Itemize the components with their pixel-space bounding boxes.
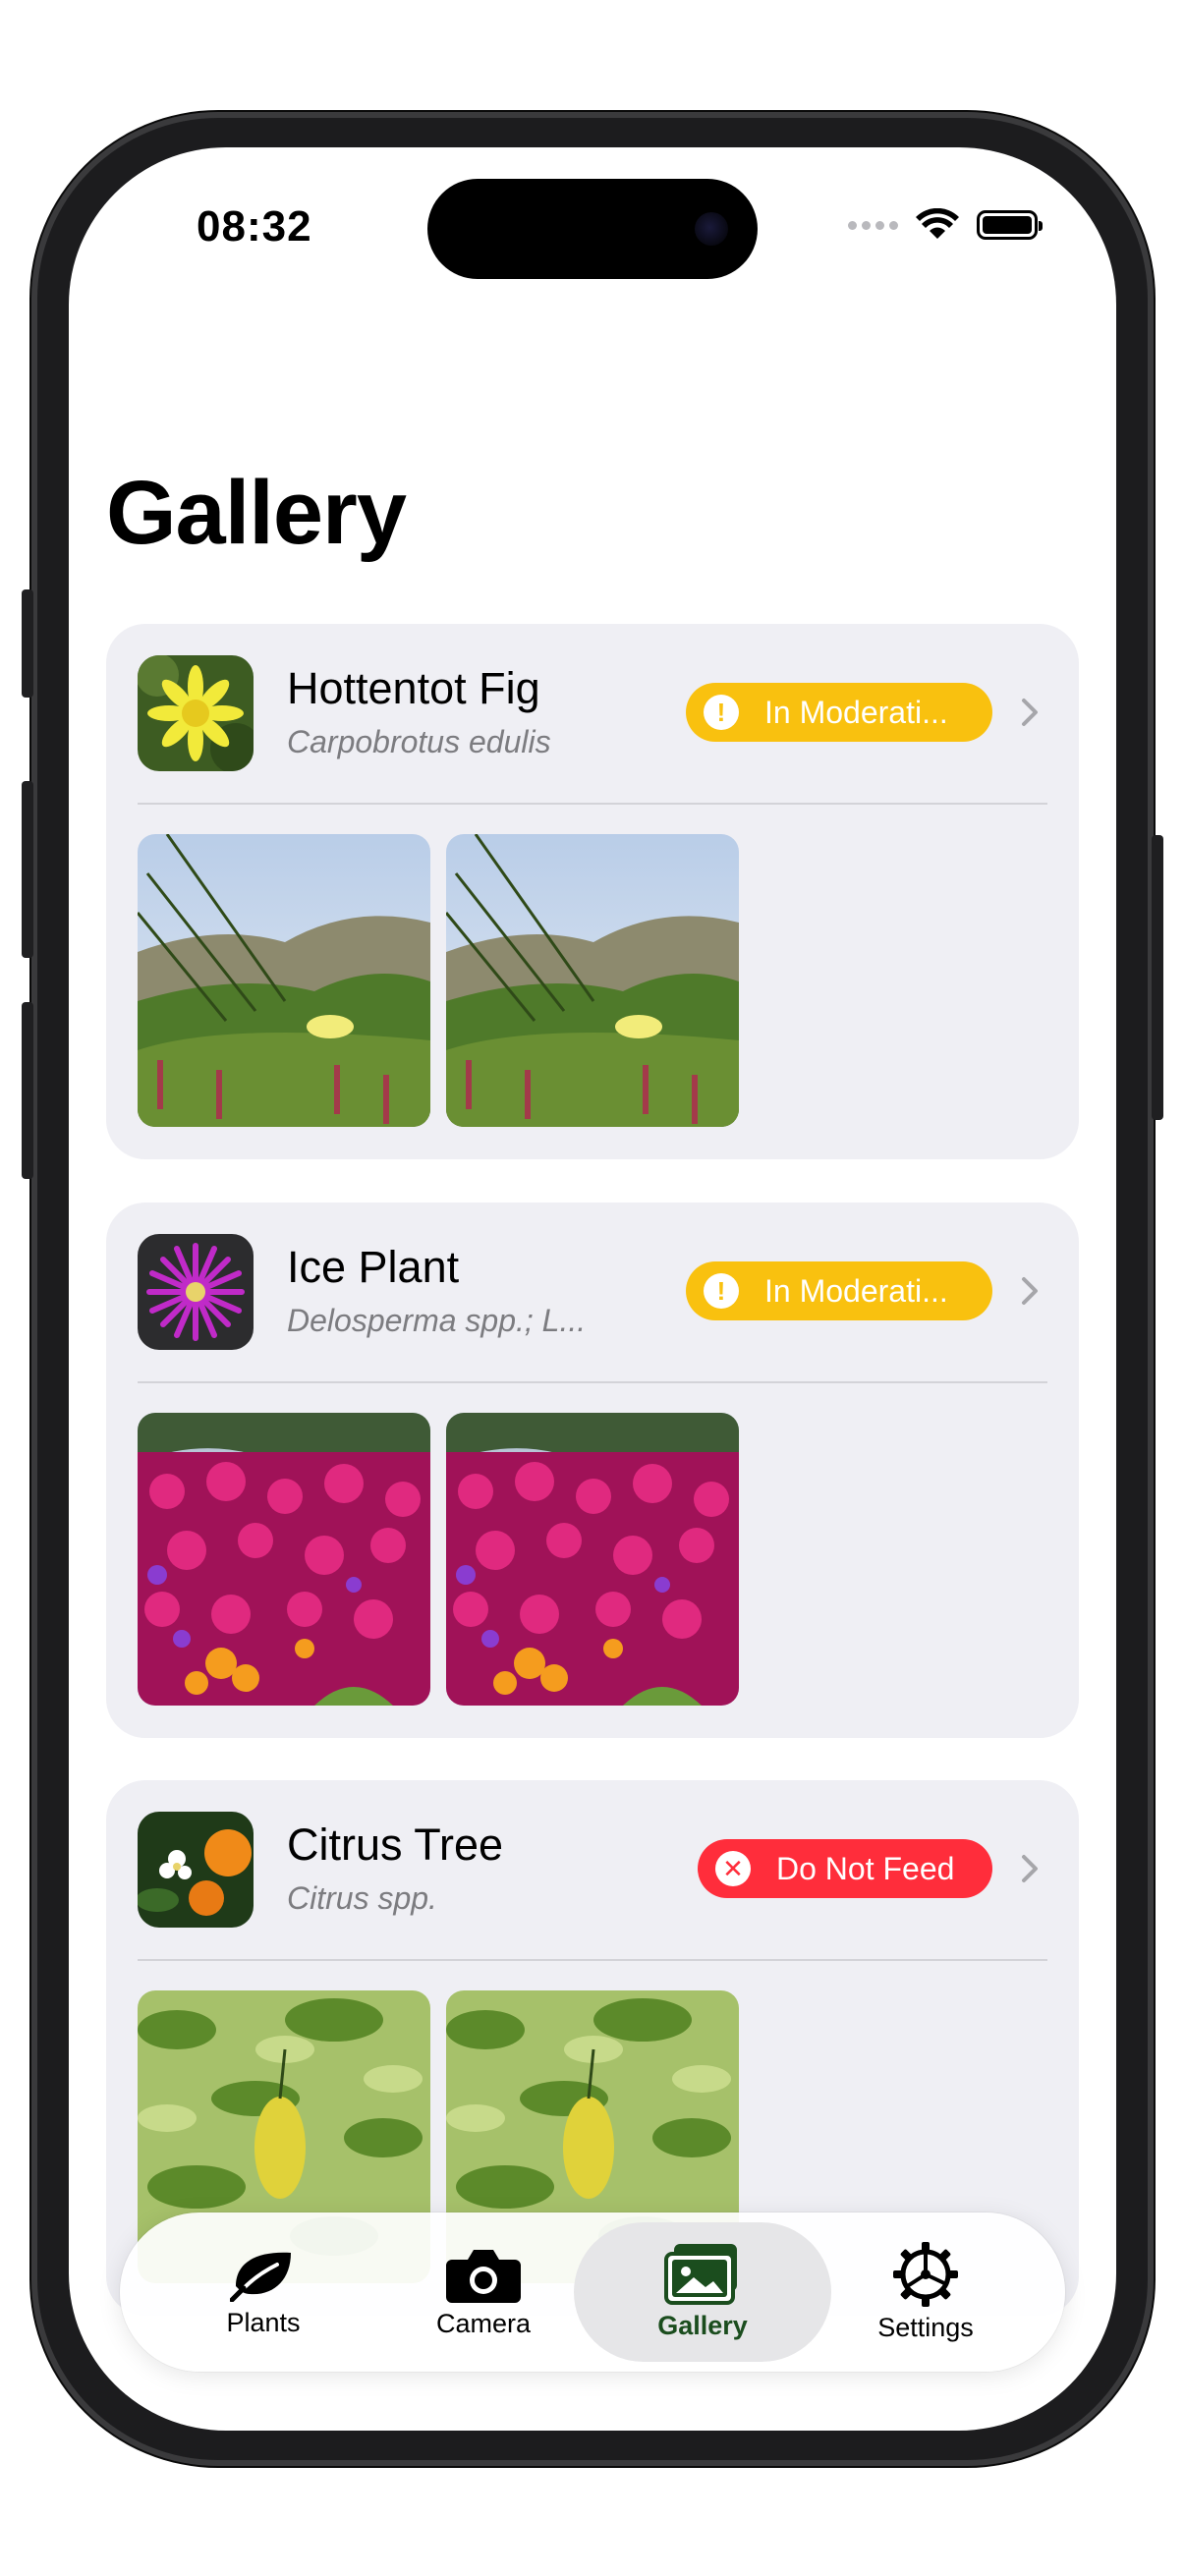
plant-thumbnail: [138, 1812, 254, 1928]
chevron-right-icon[interactable]: [1012, 1273, 1047, 1309]
tab-label: Plants: [226, 2307, 301, 2337]
tab-label: Gallery: [657, 2310, 748, 2340]
status-time: 08:32: [197, 202, 312, 251]
status-badge-label: In Moderati...: [764, 694, 948, 730]
divider: [138, 803, 1047, 805]
tab-label: Camera: [435, 2308, 532, 2338]
plant-scientific-name: Delosperma spp.; L...: [287, 1303, 587, 1338]
card-header[interactable]: Citrus Tree Citrus spp. ✕ Do Not Feed: [138, 1812, 1047, 1928]
plant-photo[interactable]: [138, 834, 430, 1127]
divider: [138, 1959, 1047, 1961]
photos-icon: [664, 2243, 737, 2305]
plant-thumbnail: [138, 1234, 254, 1350]
status-badge-label: Do Not Feed: [776, 1850, 955, 1886]
plant-photo[interactable]: [138, 1413, 430, 1706]
chevron-right-icon[interactable]: [1012, 695, 1047, 730]
chevron-right-icon[interactable]: [1012, 1851, 1047, 1886]
x-circle-icon: ✕: [715, 1851, 751, 1886]
screen: 08:32 Gallery Hottentot Fig Carpobrotus …: [69, 147, 1116, 2431]
card-header[interactable]: Hottentot Fig Carpobrotus edulis ! In Mo…: [138, 655, 1047, 771]
camera-icon: [446, 2249, 521, 2303]
plant-card-hottentot-fig[interactable]: Hottentot Fig Carpobrotus edulis ! In Mo…: [106, 624, 1079, 1159]
plant-thumbnail: [138, 655, 254, 771]
leaf-icon: [230, 2252, 291, 2302]
plant-name: Citrus Tree: [287, 1820, 504, 1870]
tab-plants[interactable]: Plants: [153, 2222, 373, 2362]
power-button: [1152, 835, 1163, 1120]
status-badge: ! In Moderati...: [686, 683, 992, 742]
wifi-icon: [916, 208, 959, 239]
divider: [138, 1381, 1047, 1383]
battery-icon: [977, 210, 1043, 240]
photo-row: [138, 834, 739, 1127]
tab-gallery[interactable]: Gallery: [574, 2222, 831, 2362]
plant-card-ice-plant[interactable]: Ice Plant Delosperma spp.; L... ! In Mod…: [106, 1203, 1079, 1738]
plant-photo[interactable]: [446, 1413, 739, 1706]
exclamation-icon: !: [704, 695, 739, 730]
card-header[interactable]: Ice Plant Delosperma spp.; L... ! In Mod…: [138, 1234, 1047, 1350]
tab-bar: Plants Camera Gallery Settings: [120, 2212, 1065, 2372]
plant-name: Hottentot Fig: [287, 663, 540, 713]
status-badge-label: In Moderati...: [764, 1272, 948, 1309]
front-camera: [695, 212, 728, 246]
plant-scientific-name: Citrus spp.: [287, 1880, 437, 1916]
plant-name: Ice Plant: [287, 1242, 460, 1292]
exclamation-icon: !: [704, 1273, 739, 1309]
tab-camera[interactable]: Camera: [373, 2222, 593, 2362]
plant-photo[interactable]: [446, 834, 739, 1127]
status-badge: ✕ Do Not Feed: [698, 1839, 992, 1898]
status-badge: ! In Moderati...: [686, 1261, 992, 1320]
tab-label: Settings: [877, 2312, 974, 2342]
plant-scientific-name: Carpobrotus edulis: [287, 724, 551, 759]
action-button: [22, 589, 33, 698]
cellular-signal-icon: [848, 220, 898, 230]
volume-down-button: [22, 1002, 33, 1179]
photo-row: [138, 1413, 739, 1706]
dynamic-island: [427, 179, 758, 279]
volume-up-button: [22, 781, 33, 958]
tab-settings[interactable]: Settings: [816, 2222, 1036, 2362]
page-title: Gallery: [106, 463, 407, 563]
status-icons: [848, 208, 1043, 242]
gear-icon: [893, 2241, 958, 2307]
